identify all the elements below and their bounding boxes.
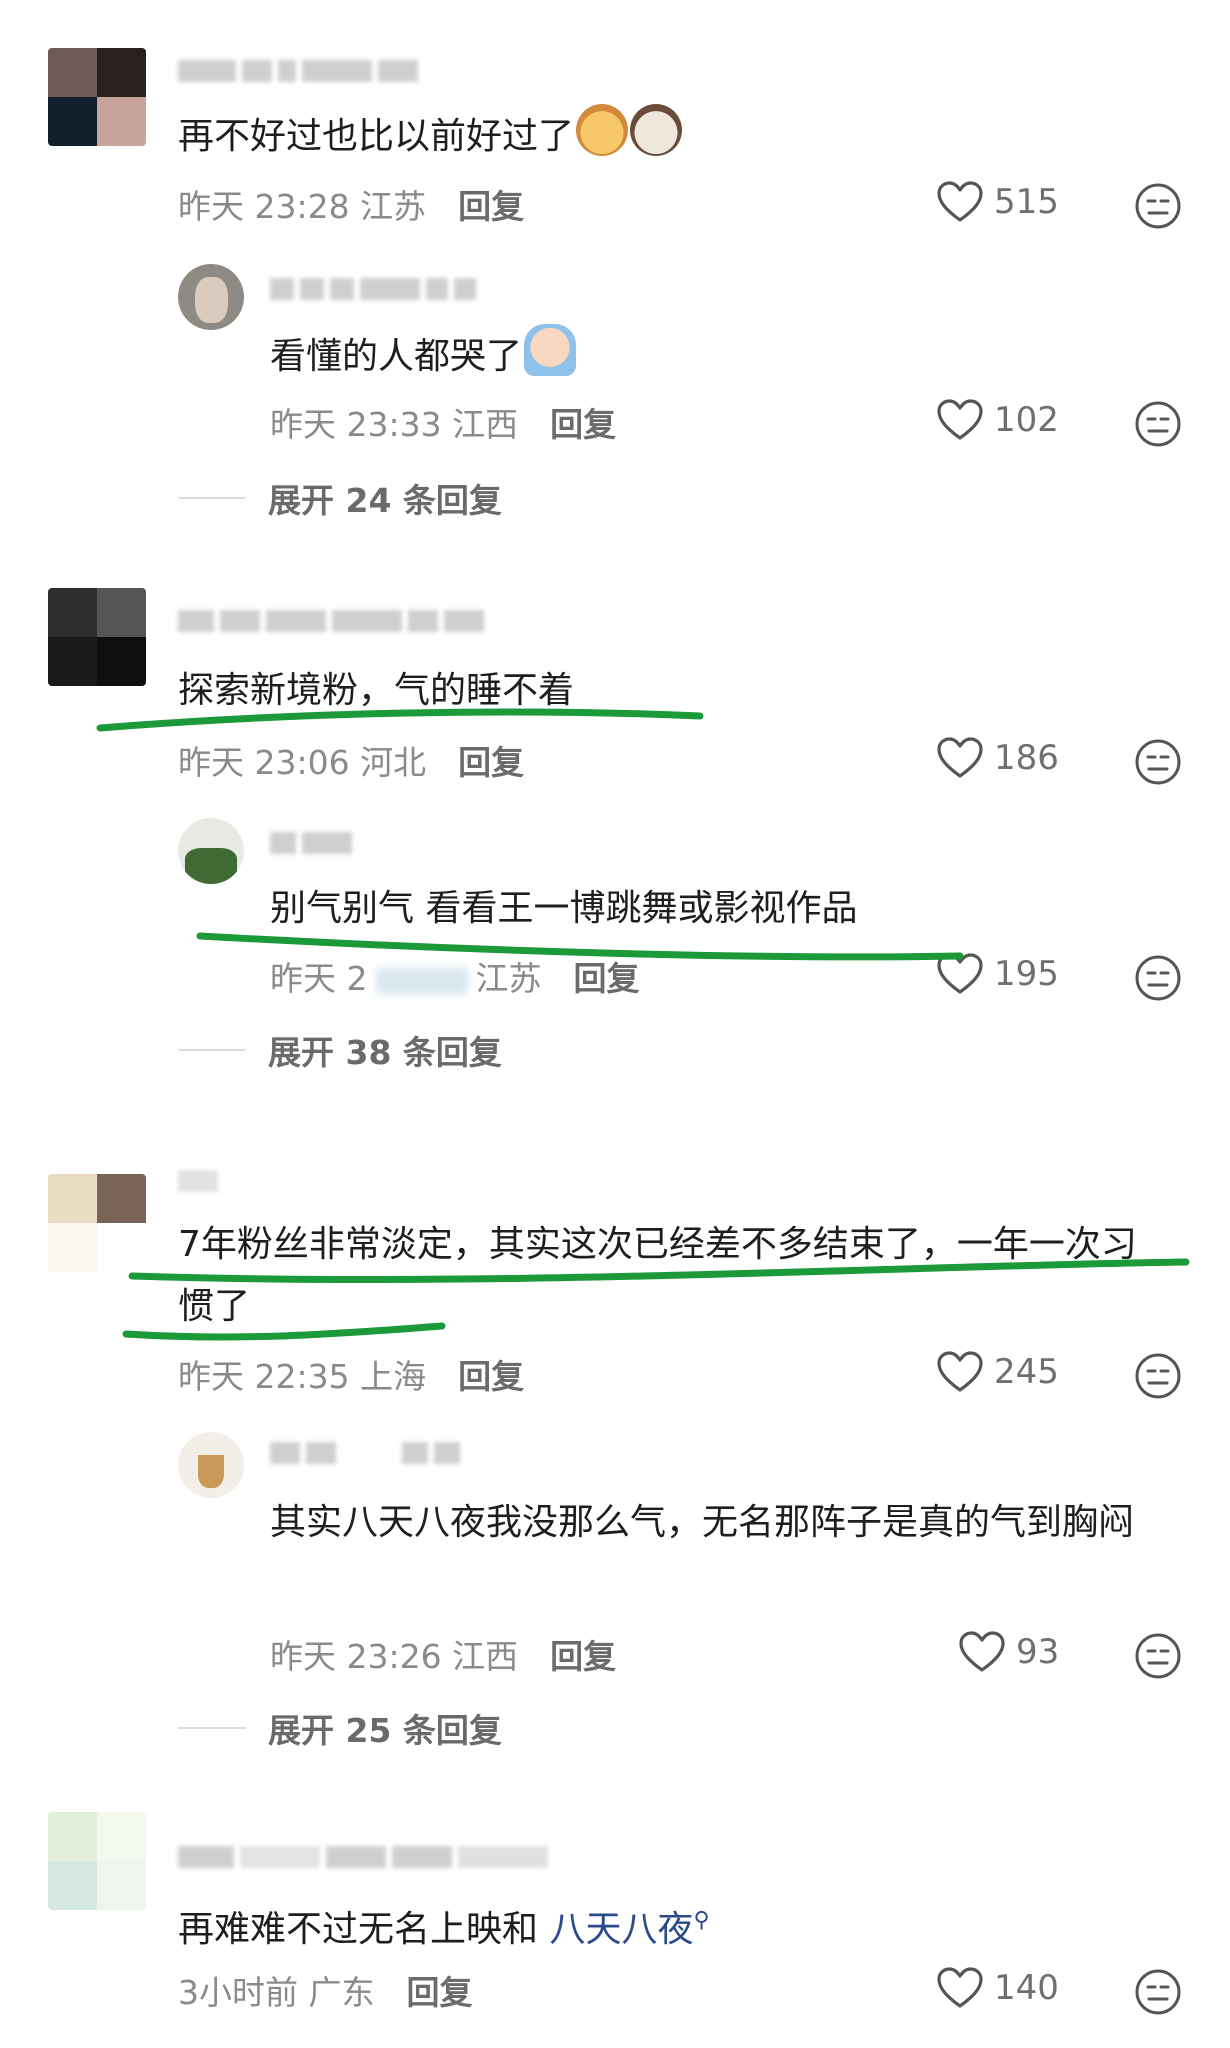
username-blurred[interactable] — [270, 276, 476, 302]
like-button[interactable]: 102 — [936, 398, 1059, 442]
like-count: 140 — [994, 1968, 1059, 2008]
reply-button[interactable]: 回复 — [574, 959, 640, 998]
meh-face-icon[interactable] — [1134, 1968, 1182, 2016]
heart-outline-icon — [937, 181, 983, 222]
crying-emoji-icon — [524, 324, 577, 376]
reply-button[interactable]: 回复 — [550, 1637, 616, 1676]
avatar[interactable] — [48, 1812, 146, 1910]
search-icon[interactable]: ⚲ — [693, 1908, 709, 1933]
blurred-time — [375, 968, 468, 994]
like-button[interactable]: 140 — [936, 1966, 1059, 2010]
like-count: 515 — [994, 182, 1059, 222]
heart-outline-icon — [937, 399, 983, 440]
avatar[interactable] — [178, 1432, 244, 1498]
reply-meta: 昨天 2 江苏 回复 — [270, 959, 640, 998]
username-blurred[interactable] — [178, 1844, 548, 1870]
divider — [178, 1727, 246, 1729]
comment-text: 再难难不过无名上映和 八天八夜⚲ — [178, 1908, 710, 1950]
username-blurred[interactable] — [178, 58, 418, 84]
heart-outline-icon — [959, 1631, 1005, 1672]
like-button[interactable]: 245 — [936, 1350, 1059, 1394]
expand-replies-button[interactable]: 展开 24 条回复 — [178, 474, 502, 522]
meh-face-icon[interactable] — [1134, 1352, 1182, 1400]
cat-emoji-icon — [576, 104, 629, 156]
reply-meta: 昨天 23:26 江西 回复 — [270, 1637, 617, 1676]
cat-emoji-icon — [630, 104, 683, 156]
avatar[interactable] — [48, 48, 146, 146]
avatar[interactable] — [48, 1174, 146, 1272]
reply-text: 看懂的人都哭了 — [270, 324, 577, 388]
like-button[interactable]: 515 — [936, 180, 1059, 224]
comment-meta: 昨天 22:35 上海 回复 — [178, 1357, 525, 1396]
like-button[interactable]: 93 — [958, 1630, 1059, 1674]
reply-button[interactable]: 回复 — [458, 743, 524, 782]
heart-outline-icon — [937, 953, 983, 994]
meh-face-icon[interactable] — [1134, 182, 1182, 230]
divider — [178, 497, 246, 499]
username-blurred[interactable] — [270, 1440, 460, 1466]
like-count: 186 — [994, 738, 1059, 778]
meh-face-icon[interactable] — [1134, 954, 1182, 1002]
like-button[interactable]: 195 — [936, 952, 1059, 996]
heart-outline-icon — [937, 737, 983, 778]
avatar[interactable] — [48, 588, 146, 686]
comment-text: 7年粉丝非常淡定，其实这次已经差不多结束了，一年一次习惯了 — [178, 1224, 1137, 1327]
search-link[interactable]: 八天八夜 — [549, 1909, 693, 1950]
meh-face-icon[interactable] — [1134, 1632, 1182, 1680]
username-blurred[interactable] — [270, 830, 352, 856]
reply-text: 其实八天八夜我没那么气，无名那阵子是真的气到胸闷 — [270, 1502, 1135, 1543]
reply-button[interactable]: 回复 — [407, 1973, 473, 2012]
expand-replies-button[interactable]: 展开 25 条回复 — [178, 1704, 502, 1752]
meh-face-icon[interactable] — [1134, 738, 1182, 786]
comment-meta: 昨天 23:28 江苏 回复 — [178, 187, 525, 226]
reply-button[interactable]: 回复 — [458, 187, 524, 226]
comment-meta: 昨天 23:06 河北 回复 — [178, 743, 525, 782]
comment-meta: 3小时前 广东 回复 — [178, 1973, 473, 2012]
avatar[interactable] — [178, 818, 244, 884]
reply-button[interactable]: 回复 — [458, 1357, 524, 1396]
like-count: 93 — [1016, 1632, 1060, 1672]
username-blurred[interactable] — [178, 608, 484, 634]
like-count: 195 — [994, 954, 1059, 994]
like-count: 102 — [994, 400, 1059, 440]
heart-outline-icon — [937, 1967, 983, 2008]
divider — [178, 1049, 246, 1051]
reply-text: 别气别气 看看王一博跳舞或影视作品 — [270, 888, 858, 929]
like-button[interactable]: 186 — [936, 736, 1059, 780]
comment-text: 再不好过也比以前好过了 — [178, 104, 683, 168]
username-blurred[interactable] — [178, 1168, 218, 1194]
reply-button[interactable]: 回复 — [550, 405, 616, 444]
comment-text: 探索新境粉，气的睡不着 — [178, 670, 575, 711]
heart-outline-icon — [937, 1351, 983, 1392]
expand-replies-button[interactable]: 展开 38 条回复 — [178, 1026, 502, 1074]
reply-meta: 昨天 23:33 江西 回复 — [270, 405, 617, 444]
meh-face-icon[interactable] — [1134, 400, 1182, 448]
like-count: 245 — [994, 1352, 1059, 1392]
avatar[interactable] — [178, 264, 244, 330]
